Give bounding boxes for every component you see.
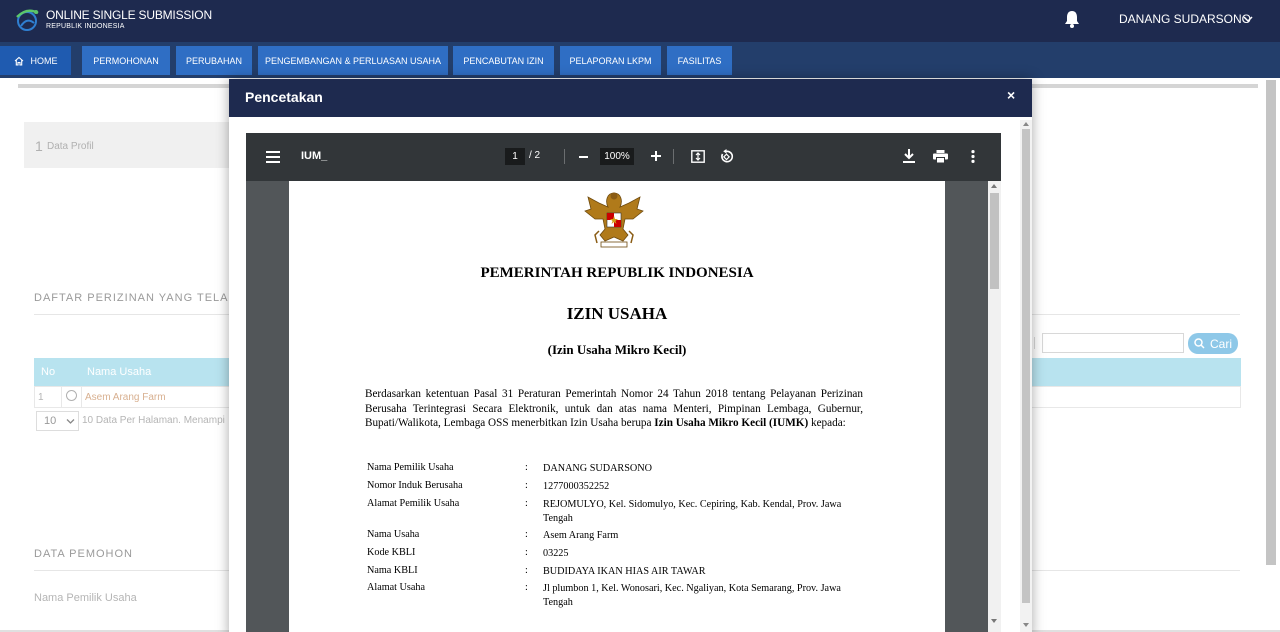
document-title: IZIN USAHA — [566, 304, 668, 323]
pdf-viewer: IUM_ 1 / 2 100% PEMERINTAH REPUBLIK INDO… — [246, 133, 1001, 632]
field-value: DANANG SUDARSONO — [543, 463, 652, 474]
fit-to-page-icon[interactable] — [691, 150, 705, 163]
field-value: 03225 — [543, 548, 569, 559]
toolbar-divider — [673, 149, 674, 164]
top-bar: ONLINE SINGLE SUBMISSION REPUBLIK INDONE… — [0, 0, 1280, 42]
cell-divider — [81, 387, 82, 407]
field-label: Kode KBLI — [367, 547, 416, 558]
search-input[interactable] — [1042, 333, 1184, 353]
pdf-filename: IUM_ — [301, 150, 328, 162]
print-modal: Pencetakan × IUM_ 1 / 2 100% PEMERINTAH … — [229, 79, 1032, 632]
chevron-down-icon[interactable] — [1243, 15, 1253, 23]
field-colon: : — [525, 462, 528, 473]
print-icon[interactable] — [933, 150, 948, 163]
applicant-heading: DATA PEMOHON — [34, 548, 133, 560]
brand-title: ONLINE SINGLE SUBMISSION — [46, 8, 212, 22]
scroll-down-arrow-icon[interactable] — [991, 619, 997, 623]
applicant-field-label: Nama Pemilik Usaha — [34, 592, 137, 604]
field-value: Jl plumbon 1, Kel. Wonosari, Kec. Ngaliy… — [543, 583, 841, 608]
nav-pelaporan-lkpm[interactable]: PELAPORAN LKPM — [560, 46, 661, 75]
nav-permohonan[interactable]: PERMOHONAN — [82, 46, 170, 75]
main-nav: HOME PERMOHONAN PERUBAHAN PENGEMBANGAN &… — [0, 42, 1280, 78]
per-page-info: 10 Data Per Halaman. Menampi — [82, 415, 225, 426]
column-header-nama-usaha: Nama Usaha — [87, 366, 152, 378]
field-colon: : — [525, 547, 528, 558]
more-options-icon[interactable] — [971, 150, 975, 163]
search-button[interactable]: Cari — [1188, 333, 1238, 354]
pdf-scroll-thumb[interactable] — [990, 193, 999, 289]
field-colon: : — [525, 529, 528, 540]
zoom-level-input[interactable]: 100% — [600, 148, 634, 165]
nav-home-label: HOME — [30, 55, 58, 66]
search-icon — [1194, 338, 1205, 349]
brand-subtitle: REPUBLIK INDONESIA — [46, 23, 125, 30]
profile-step-number: 1 — [35, 138, 43, 154]
column-header-no: No — [41, 366, 56, 378]
per-page-select[interactable]: 10 — [36, 411, 79, 431]
search-divider — [1034, 337, 1035, 349]
document-body-bold: Izin Usaha Mikro Kecil (IUMK) — [654, 417, 809, 430]
profile-step-label: Data Profil — [47, 141, 94, 152]
nav-pengembangan[interactable]: PENGEMBANGAN & PERLUASAN USAHA — [258, 46, 448, 75]
nav-fasilitas[interactable]: FASILITAS — [667, 46, 732, 75]
row-select-radio[interactable] — [66, 390, 77, 401]
scroll-up-arrow-icon[interactable] — [1023, 122, 1029, 126]
field-value: REJOMULYO, Kel. Sidomulyo, Kec. Cepiring… — [543, 499, 842, 524]
field-label: Nama Pemilik Usaha — [367, 462, 454, 473]
document-subtitle: (Izin Usaha Mikro Kecil) — [547, 342, 687, 357]
field-colon: : — [525, 498, 528, 509]
list-heading: DAFTAR PERIZINAN YANG TELAH — [34, 292, 238, 304]
field-label: Alamat Usaha — [367, 582, 425, 593]
field-colon: : — [525, 565, 528, 576]
field-value: Asem Arang Farm — [543, 530, 619, 541]
search-button-label: Cari — [1209, 336, 1232, 351]
pdf-scrollbar[interactable] — [988, 181, 1001, 632]
modal-title: Pencetakan — [245, 89, 323, 105]
field-label: Nama Usaha — [367, 529, 420, 540]
cell-divider — [61, 387, 62, 407]
field-label: Alamat Pemilik Usaha — [367, 498, 460, 509]
modal-header: Pencetakan × — [229, 79, 1032, 117]
menu-icon[interactable] — [266, 151, 280, 163]
page-total: / 2 — [529, 150, 541, 161]
rotate-icon[interactable] — [719, 149, 734, 164]
bell-icon[interactable] — [1064, 10, 1080, 28]
chevron-down-icon — [66, 419, 75, 424]
page-scrollbar[interactable] — [1266, 80, 1276, 565]
zoom-in-icon[interactable] — [651, 151, 661, 161]
document-body: Berdasarkan ketentuan Pasal 31 Peraturan… — [365, 387, 863, 431]
close-icon[interactable]: × — [1007, 87, 1019, 103]
nav-pencabutan-izin[interactable]: PENCABUTAN IZIN — [453, 46, 554, 75]
download-icon[interactable] — [903, 149, 915, 163]
nav-perubahan[interactable]: PERUBAHAN — [176, 46, 252, 75]
user-menu[interactable]: DANANG SUDARSONO — [1119, 12, 1251, 26]
field-label: Nama KBLI — [367, 565, 418, 576]
pdf-page: PEMERINTAH REPUBLIK INDONESIA IZIN USAHA… — [289, 181, 945, 632]
nav-home[interactable]: HOME — [0, 46, 71, 75]
page-number-input[interactable]: 1 — [505, 148, 525, 165]
field-value: BUDIDAYA IKAN HIAS AIR TAWAR — [543, 566, 706, 577]
scroll-up-arrow-icon[interactable] — [991, 184, 997, 188]
field-colon: : — [525, 480, 528, 491]
scroll-down-arrow-icon[interactable] — [1023, 623, 1029, 627]
field-value: 1277000352252 — [543, 481, 610, 492]
modal-scroll-thumb[interactable] — [1022, 129, 1030, 603]
per-page-value: 10 — [44, 415, 57, 427]
zoom-out-icon[interactable] — [579, 156, 588, 158]
row-number: 1 — [38, 392, 44, 403]
home-icon — [14, 56, 23, 66]
garuda-emblem-icon — [584, 192, 644, 248]
document-body-text: kepada: — [808, 417, 846, 430]
field-label: Nomor Induk Berusaha — [367, 480, 463, 491]
document-government-heading: PEMERINTAH REPUBLIK INDONESIA — [480, 265, 754, 281]
oss-logo-icon[interactable] — [12, 5, 42, 35]
row-nama-usaha[interactable]: Asem Arang Farm — [85, 392, 166, 403]
field-colon: : — [525, 582, 528, 593]
profile-step[interactable]: 1 Data Profil — [24, 122, 234, 168]
toolbar-divider — [564, 149, 565, 164]
modal-scrollbar[interactable] — [1020, 120, 1032, 632]
pdf-toolbar: IUM_ 1 / 2 100% — [246, 133, 1001, 181]
